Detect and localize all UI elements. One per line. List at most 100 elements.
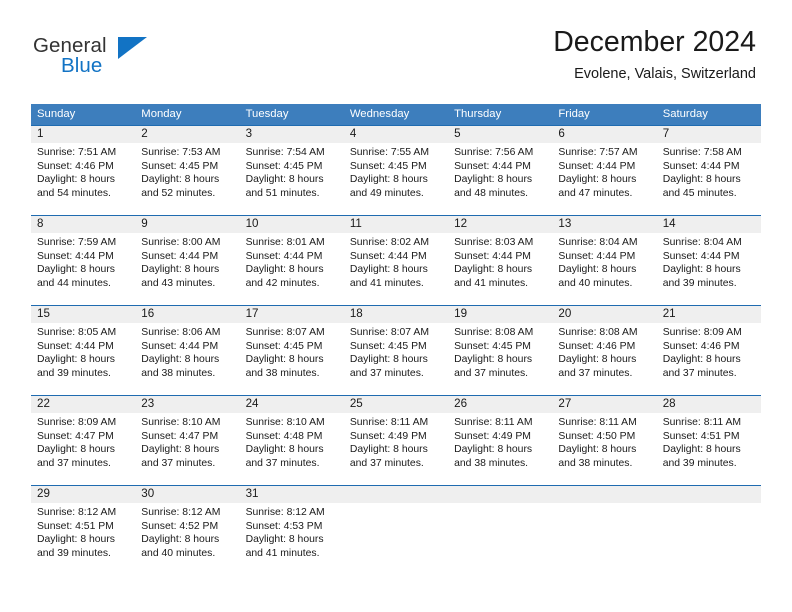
daylight-text-line1: Daylight: 8 hours [662, 354, 741, 365]
weekday-header-thursday: Thursday [454, 108, 502, 120]
sunset-text: Sunset: 4:44 PM [37, 340, 114, 352]
day-cell[interactable]: 30 Sunrise: 8:12 AM Sunset: 4:52 PM Dayl… [135, 486, 239, 575]
day-cell[interactable]: 6 Sunrise: 7:57 AM Sunset: 4:44 PM Dayli… [552, 126, 656, 215]
day-cell[interactable]: 24 Sunrise: 8:10 AM Sunset: 4:48 PM Dayl… [240, 396, 344, 485]
daylight-text-line2: and 37 minutes. [349, 367, 424, 379]
day-details: Sunrise: 8:11 AM Sunset: 4:49 PM Dayligh… [454, 416, 546, 470]
daylight-text-line2: and 39 minutes. [37, 547, 111, 559]
sunset-text: Sunset: 4:45 PM [349, 160, 427, 172]
page-title: December 2024 [553, 26, 756, 58]
day-number: 9 [141, 217, 148, 230]
daylight-text-line2: and 41 minutes. [454, 277, 529, 289]
day-cell[interactable]: 5 Sunrise: 7:56 AM Sunset: 4:44 PM Dayli… [448, 126, 552, 215]
day-cell[interactable]: 19 Sunrise: 8:08 AM Sunset: 4:45 PM Dayl… [448, 306, 552, 395]
day-details: Sunrise: 8:07 AM Sunset: 4:45 PM Dayligh… [350, 326, 442, 380]
day-cell[interactable]: 10 Sunrise: 8:01 AM Sunset: 4:44 PM Dayl… [240, 216, 344, 305]
sunrise-text: Sunrise: 7:57 AM [558, 147, 638, 158]
daylight-text-line1: Daylight: 8 hours [349, 444, 428, 455]
day-number: 18 [349, 307, 363, 320]
week-row: 1 Sunrise: 7:51 AM Sunset: 4:46 PM Dayli… [31, 125, 761, 215]
day-cell[interactable]: 4 Sunrise: 7:55 AM Sunset: 4:45 PM Dayli… [344, 126, 448, 215]
day-details: Sunrise: 8:04 AM Sunset: 4:44 PM Dayligh… [558, 236, 650, 290]
daylight-text-line2: and 40 minutes. [558, 277, 633, 289]
daylight-text-line1: Daylight: 8 hours [141, 264, 220, 275]
day-cell[interactable]: 23 Sunrise: 8:10 AM Sunset: 4:47 PM Dayl… [135, 396, 239, 485]
day-cell-empty [657, 486, 761, 575]
sunrise-text: Sunrise: 8:11 AM [349, 417, 429, 428]
sunrise-text: Sunrise: 8:11 AM [558, 417, 637, 428]
day-cell[interactable]: 13 Sunrise: 8:04 AM Sunset: 4:44 PM Dayl… [552, 216, 656, 305]
sunrise-text: Sunrise: 8:05 AM [37, 327, 117, 338]
day-cell[interactable]: 12 Sunrise: 8:03 AM Sunset: 4:44 PM Dayl… [448, 216, 552, 305]
day-cell-empty [552, 486, 656, 575]
day-cell[interactable]: 17 Sunrise: 8:07 AM Sunset: 4:45 PM Dayl… [240, 306, 344, 395]
sunrise-text: Sunrise: 7:53 AM [141, 147, 221, 158]
daylight-text-line2: and 37 minutes. [454, 367, 529, 379]
day-number: 2 [141, 127, 148, 140]
day-cell[interactable]: 31 Sunrise: 8:12 AM Sunset: 4:53 PM Dayl… [240, 486, 344, 575]
day-number: 15 [37, 307, 50, 320]
weekday-header-saturday: Saturday [662, 108, 708, 120]
day-cell[interactable]: 1 Sunrise: 7:51 AM Sunset: 4:46 PM Dayli… [31, 126, 135, 215]
day-cell[interactable]: 28 Sunrise: 8:11 AM Sunset: 4:51 PM Dayl… [657, 396, 761, 485]
sunrise-text: Sunrise: 8:09 AM [662, 327, 742, 338]
general-blue-logo[interactable]: General Blue [33, 34, 183, 84]
daylight-text-line1: Daylight: 8 hours [454, 174, 533, 185]
day-number: 10 [245, 217, 259, 230]
day-cell[interactable]: 9 Sunrise: 8:00 AM Sunset: 4:44 PM Dayli… [135, 216, 239, 305]
day-cell[interactable]: 14 Sunrise: 8:04 AM Sunset: 4:44 PM Dayl… [657, 216, 761, 305]
sunrise-text: Sunrise: 8:03 AM [454, 237, 534, 248]
sunrise-text: Sunrise: 8:10 AM [141, 417, 221, 428]
day-cell[interactable]: 7 Sunrise: 7:58 AM Sunset: 4:44 PM Dayli… [657, 126, 761, 215]
sunset-text: Sunset: 4:49 PM [454, 430, 531, 442]
day-cell[interactable]: 15 Sunrise: 8:05 AM Sunset: 4:44 PM Dayl… [31, 306, 135, 395]
sunrise-text: Sunrise: 7:58 AM [662, 147, 742, 158]
day-number: 24 [245, 397, 259, 410]
sunset-text: Sunset: 4:45 PM [454, 340, 531, 352]
day-cell[interactable]: 29 Sunrise: 8:12 AM Sunset: 4:51 PM Dayl… [31, 486, 135, 575]
daylight-text-line2: and 39 minutes. [662, 457, 737, 469]
day-number [558, 486, 650, 503]
daylight-text-line1: Daylight: 8 hours [558, 264, 637, 275]
day-number: 20 [558, 307, 572, 320]
daylight-text-line2: and 38 minutes. [141, 367, 216, 379]
day-cell[interactable]: 8 Sunrise: 7:59 AM Sunset: 4:44 PM Dayli… [31, 216, 135, 305]
calendar-grid: Sunday Monday Tuesday Wednesday Thursday… [31, 104, 761, 575]
day-cell[interactable]: 18 Sunrise: 8:07 AM Sunset: 4:45 PM Dayl… [344, 306, 448, 395]
sunrise-text: Sunrise: 8:08 AM [558, 327, 638, 338]
day-cell[interactable]: 21 Sunrise: 8:09 AM Sunset: 4:46 PM Dayl… [657, 306, 761, 395]
day-cell[interactable]: 2 Sunrise: 7:53 AM Sunset: 4:45 PM Dayli… [135, 126, 239, 215]
day-cell[interactable]: 16 Sunrise: 8:06 AM Sunset: 4:44 PM Dayl… [135, 306, 239, 395]
sunrise-text: Sunrise: 8:12 AM [245, 507, 325, 518]
sunset-text: Sunset: 4:44 PM [558, 160, 636, 172]
day-details: Sunrise: 8:05 AM Sunset: 4:44 PM Dayligh… [37, 326, 129, 380]
day-number: 25 [349, 397, 363, 410]
weekday-header-wednesday: Wednesday [349, 108, 410, 120]
day-cell[interactable]: 25 Sunrise: 8:11 AM Sunset: 4:49 PM Dayl… [344, 396, 448, 485]
daylight-text-line2: and 49 minutes. [349, 187, 424, 199]
daylight-text-line1: Daylight: 8 hours [37, 534, 115, 545]
day-details: Sunrise: 7:56 AM Sunset: 4:44 PM Dayligh… [454, 146, 546, 200]
day-cell[interactable]: 26 Sunrise: 8:11 AM Sunset: 4:49 PM Dayl… [448, 396, 552, 485]
daylight-text-line2: and 39 minutes. [662, 277, 737, 289]
day-cell[interactable]: 3 Sunrise: 7:54 AM Sunset: 4:45 PM Dayli… [240, 126, 344, 215]
day-details: Sunrise: 8:11 AM Sunset: 4:51 PM Dayligh… [663, 416, 755, 470]
daylight-text-line1: Daylight: 8 hours [141, 444, 220, 455]
day-cell[interactable]: 27 Sunrise: 8:11 AM Sunset: 4:50 PM Dayl… [552, 396, 656, 485]
day-details: Sunrise: 7:53 AM Sunset: 4:45 PM Dayligh… [141, 146, 233, 200]
day-cell[interactable]: 22 Sunrise: 8:09 AM Sunset: 4:47 PM Dayl… [31, 396, 135, 485]
sunset-text: Sunset: 4:48 PM [245, 430, 323, 442]
day-cell[interactable]: 20 Sunrise: 8:08 AM Sunset: 4:46 PM Dayl… [552, 306, 656, 395]
day-cell[interactable]: 11 Sunrise: 8:02 AM Sunset: 4:44 PM Dayl… [344, 216, 448, 305]
daylight-text-line2: and 38 minutes. [558, 457, 633, 469]
day-details: Sunrise: 7:58 AM Sunset: 4:44 PM Dayligh… [663, 146, 755, 200]
day-number: 23 [141, 397, 155, 410]
daylight-text-line2: and 54 minutes. [37, 187, 111, 199]
daylight-text-line2: and 37 minutes. [662, 367, 737, 379]
day-number: 21 [662, 307, 676, 320]
sunset-text: Sunset: 4:45 PM [141, 160, 219, 172]
day-number [663, 486, 755, 503]
day-details: Sunrise: 8:01 AM Sunset: 4:44 PM Dayligh… [246, 236, 338, 290]
day-details: Sunrise: 8:08 AM Sunset: 4:46 PM Dayligh… [558, 326, 650, 380]
day-number: 31 [245, 487, 259, 500]
